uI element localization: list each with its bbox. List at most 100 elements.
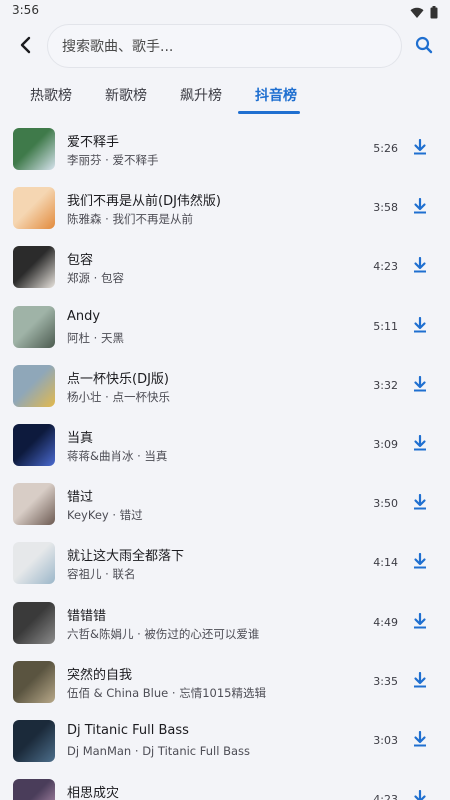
download-icon — [413, 257, 427, 277]
search-button[interactable] — [412, 35, 436, 59]
download-button[interactable] — [410, 375, 430, 397]
song-title: 错过 — [67, 490, 94, 506]
song-artist-album: 杨小壮 · 点一杯快乐 — [67, 389, 170, 404]
download-icon — [413, 494, 427, 514]
search-icon — [415, 36, 433, 58]
song-title: 就让这大雨全都落下 — [67, 549, 185, 565]
song-duration: 4:49 — [373, 615, 398, 629]
song-duration: 4:23 — [373, 260, 398, 274]
album-cover — [13, 542, 55, 585]
song-title: 点一杯快乐(DJ版) — [67, 371, 169, 387]
song-row[interactable]: 我们不再是从前(DJ伟然版) 陈雅森 · 我们不再是从前 3:58 — [0, 179, 450, 238]
search-box[interactable] — [47, 24, 402, 69]
download-button[interactable] — [410, 730, 430, 752]
tab-hot[interactable]: 热歌榜 — [17, 85, 85, 105]
download-button[interactable] — [410, 197, 430, 219]
song-artist-album: 郑源 · 包容 — [67, 271, 124, 286]
song-artist-album: 阿杜 · 天黑 — [67, 330, 124, 345]
download-icon — [413, 612, 427, 633]
song-artist-album: 容祖儿 · 联名 — [67, 567, 136, 582]
song-title: Dj Titanic Full Bass — [67, 722, 189, 738]
top-app-bar — [0, 22, 450, 72]
download-icon — [413, 730, 427, 751]
download-icon — [413, 198, 427, 218]
back-button[interactable] — [12, 33, 40, 61]
tab-new[interactable]: 新歌榜 — [92, 85, 160, 105]
song-title: 我们不再是从前(DJ伟然版) — [67, 194, 221, 210]
song-artist-album: 伍佰 & China Blue · 忘情1015精选辑 — [67, 685, 266, 700]
song-artist-album: 蒋蒋&曲肖冰 · 当真 — [67, 448, 168, 463]
album-cover — [13, 305, 55, 348]
battery-icon — [430, 4, 438, 23]
song-duration: 5:26 — [373, 142, 398, 155]
search-input[interactable] — [60, 25, 394, 69]
song-row[interactable]: 爱不释手李丽芬 · 爱不释手 5:26 — [0, 120, 450, 179]
album-cover — [13, 719, 55, 762]
download-button[interactable] — [410, 789, 430, 800]
song-duration: 4:14 — [373, 556, 398, 570]
song-duration: 3:58 — [373, 201, 398, 215]
download-button[interactable] — [410, 316, 430, 338]
song-row[interactable]: 点一杯快乐(DJ版) 杨小壮 · 点一杯快乐 3:32 — [0, 357, 450, 416]
album-cover — [13, 364, 55, 407]
song-duration: 5:11 — [373, 319, 398, 333]
wifi-icon — [410, 4, 424, 23]
song-title: 当真 — [67, 430, 94, 446]
download-icon — [413, 138, 427, 159]
download-icon — [413, 671, 427, 692]
song-list: 爱不释手李丽芬 · 爱不释手 5:26 我们不再是从前(DJ伟然版) 陈雅森 · 我们… — [0, 120, 450, 800]
song-duration: 3:35 — [373, 674, 398, 688]
song-row[interactable]: 错过 KeyKey · 错过 3:50 — [0, 475, 450, 534]
song-artist-album: 李丽芬 · 爱不释手 — [67, 153, 159, 167]
download-button[interactable] — [410, 256, 430, 278]
status-icons — [410, 4, 438, 23]
chart-tabs: 热歌榜 新歌榜 飙升榜 抖音榜 — [0, 76, 450, 114]
song-row[interactable]: 就让这大雨全都落下 容祖儿 · 联名 4:14 — [0, 534, 450, 593]
song-artist-album: Dj ManMan · Dj Titanic Full Bass — [67, 743, 251, 758]
song-title: 突然的自我 — [67, 667, 133, 683]
album-cover — [13, 423, 55, 466]
album-cover — [13, 246, 55, 289]
download-icon — [413, 316, 427, 337]
download-button[interactable] — [410, 138, 430, 160]
song-artist-album: 陈雅森 · 我们不再是从前 — [67, 212, 193, 227]
download-icon — [413, 434, 427, 455]
download-button[interactable] — [410, 552, 430, 574]
album-cover — [13, 601, 55, 644]
download-button[interactable] — [410, 493, 430, 515]
song-row[interactable]: 包容郑源 · 包容 4:23 — [0, 238, 450, 297]
song-row[interactable]: 突然的自我伍佰 & China Blue · 忘情1015精选辑 3:35 — [0, 653, 450, 712]
song-title: 爱不释手 — [67, 135, 120, 150]
song-title: Andy — [67, 308, 101, 324]
active-tab-indicator — [238, 111, 300, 114]
song-duration: 3:09 — [373, 437, 398, 451]
song-row[interactable]: Andy 阿杜 · 天黑 5:11 — [0, 298, 450, 357]
song-row[interactable]: 错错错六哲&陈娟儿 · 被伤过的心还可以爱谁 4:49 — [0, 594, 450, 653]
download-icon — [413, 553, 427, 573]
download-button[interactable] — [410, 671, 430, 693]
album-cover — [13, 187, 55, 230]
chevron-left-icon — [19, 36, 33, 58]
song-title: 相思成灾 — [67, 786, 120, 800]
song-title: 包容 — [67, 253, 94, 269]
album-cover — [13, 660, 55, 703]
song-row[interactable]: 相思成灾 4:23 — [0, 771, 450, 800]
song-artist-album: 六哲&陈娟儿 · 被伤过的心还可以爱谁 — [67, 626, 260, 641]
status-bar: 3:56 — [0, 0, 450, 22]
tab-rising[interactable]: 飙升榜 — [167, 85, 235, 105]
song-duration: 3:03 — [373, 733, 398, 747]
album-cover — [13, 483, 55, 526]
status-time: 3:56 — [12, 3, 39, 17]
album-cover — [13, 128, 55, 170]
song-row[interactable]: 当真蒋蒋&曲肖冰 · 当真 3:09 — [0, 416, 450, 475]
song-duration: 3:32 — [373, 378, 398, 392]
album-cover — [13, 779, 55, 800]
download-icon — [413, 375, 427, 396]
song-title: 错错错 — [67, 608, 107, 624]
song-artist-album: KeyKey · 错过 — [67, 508, 143, 523]
song-row[interactable]: Dj Titanic Full Bass Dj ManMan · Dj Titan… — [0, 712, 450, 771]
download-button[interactable] — [410, 612, 430, 634]
tab-douyin[interactable]: 抖音榜 — [242, 85, 310, 105]
download-button[interactable] — [410, 434, 430, 456]
download-icon — [413, 789, 427, 800]
